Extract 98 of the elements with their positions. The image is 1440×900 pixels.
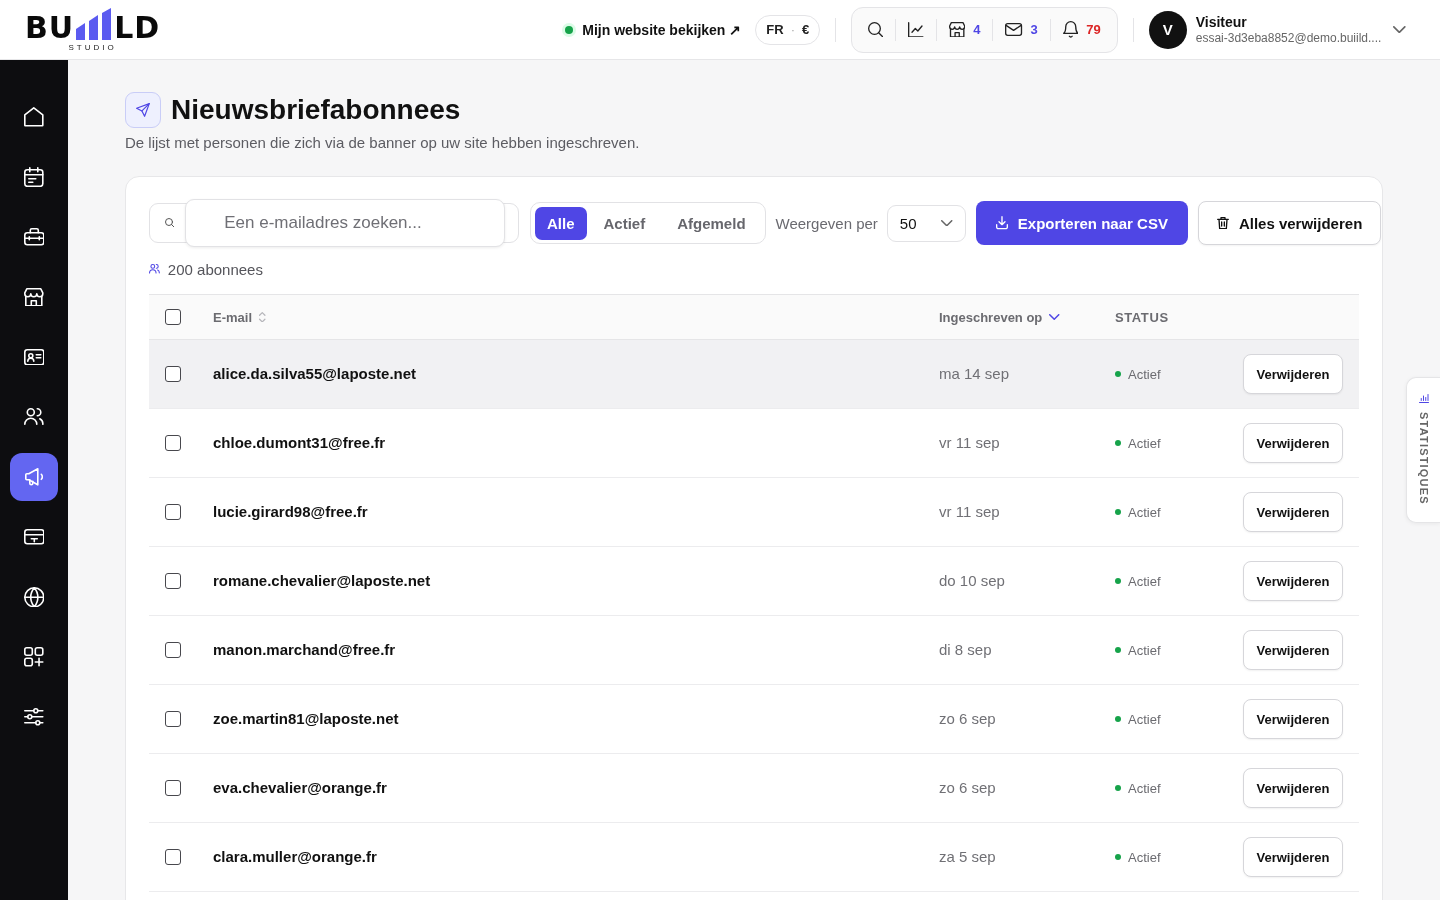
signup-date: di 8 sep xyxy=(939,641,992,658)
notifications-button[interactable]: 79 xyxy=(1050,13,1113,46)
signup-date: za 5 sep xyxy=(939,848,996,865)
house-icon xyxy=(24,107,44,127)
status-label: Actief xyxy=(1128,780,1161,796)
status-label: Actief xyxy=(1128,711,1161,727)
signup-date: vr 11 sep xyxy=(939,503,1000,520)
line-chart-icon xyxy=(908,21,924,38)
subscriber-email: romane.chevalier@laposte.net xyxy=(213,572,431,589)
subscriber-email: lucie.girard98@free.fr xyxy=(213,503,368,520)
site-link[interactable]: Mijn website bekijken ↗ xyxy=(582,21,742,38)
toolbox-icon xyxy=(23,228,45,246)
subscriber-email: alice.da.silva55@laposte.net xyxy=(213,365,417,382)
status-label: Actief xyxy=(1128,435,1161,451)
logo-tagline: STUDIO xyxy=(68,42,117,52)
subscriber-email: zoe.martin81@laposte.net xyxy=(213,710,399,727)
user-avatar[interactable]: V xyxy=(1148,10,1187,49)
notification-count: 79 xyxy=(1086,22,1101,37)
checkbox[interactable] xyxy=(165,435,181,451)
chevron-down-icon[interactable] xyxy=(1393,25,1406,34)
checkbox[interactable] xyxy=(165,309,181,325)
messages-button[interactable]: 3 xyxy=(993,13,1050,46)
filter-tab[interactable]: Alle xyxy=(535,206,587,240)
status-label: Actief xyxy=(1128,573,1161,589)
globe-icon xyxy=(23,586,45,608)
subscriber-email: manon.marchand@free.fr xyxy=(213,641,396,658)
delete-button[interactable]: Verwijderen xyxy=(1243,492,1343,532)
statistics-tab[interactable]: STATISTIQUES xyxy=(1406,377,1440,523)
bar-chart-icon xyxy=(1418,394,1429,403)
paper-plane-icon xyxy=(125,92,161,128)
export-csv-button[interactable]: Exporteren naar CSV xyxy=(975,201,1188,245)
column-header[interactable]: Ingeschreven op xyxy=(939,309,1043,325)
storefront-icon xyxy=(948,21,966,38)
sidebar-item[interactable] xyxy=(10,453,58,501)
page-title: Nieuwsbriefabonnees xyxy=(171,93,461,127)
sliders-icon xyxy=(24,708,44,726)
storefront-icon xyxy=(24,287,44,307)
notification-count: 3 xyxy=(1030,22,1038,37)
bell-icon xyxy=(1062,21,1079,38)
checkbox[interactable] xyxy=(165,642,181,658)
delete-button[interactable]: Verwijderen xyxy=(1243,699,1343,739)
search-icon xyxy=(165,218,175,228)
checkbox[interactable] xyxy=(165,780,181,796)
megaphone-icon xyxy=(24,468,44,486)
download-icon xyxy=(995,216,1008,230)
filter-tab[interactable]: Actief xyxy=(588,206,661,240)
logo-bars-icon xyxy=(76,7,113,40)
checkbox[interactable] xyxy=(165,849,181,865)
delete-button[interactable]: Verwijderen xyxy=(1243,768,1343,808)
status-label: Actief xyxy=(1128,849,1161,865)
search-icon xyxy=(868,21,884,38)
search-field[interactable]: Een e-mailadres zoeken... xyxy=(185,199,506,247)
subscriber-count: 200 abonnees xyxy=(167,260,263,278)
user-name: Visiteur xyxy=(1195,13,1248,31)
signup-date: ma 14 sep xyxy=(939,365,1010,382)
calendar-icon xyxy=(24,166,44,188)
delete-button[interactable]: Verwijderen xyxy=(1243,561,1343,601)
checkbox[interactable] xyxy=(165,366,181,382)
delete-all-button[interactable]: Alles verwijderen xyxy=(1197,201,1382,245)
per-page-select[interactable]: 50 xyxy=(886,204,966,242)
envelope-icon xyxy=(1005,23,1023,36)
shop-button[interactable]: 4 xyxy=(936,13,993,46)
checkbox[interactable] xyxy=(165,711,181,727)
status-label: Actief xyxy=(1128,642,1161,658)
subscriber-email: eva.chevalier@orange.fr xyxy=(213,779,387,796)
delete-button[interactable]: Verwijderen xyxy=(1243,354,1343,394)
signup-date: zo 6 sep xyxy=(939,710,996,727)
per-page-value: 50 xyxy=(899,214,917,232)
users-icon xyxy=(24,408,44,426)
signup-date: zo 6 sep xyxy=(939,779,996,796)
logo-text: BU xyxy=(25,14,75,40)
delete-button[interactable]: Verwijderen xyxy=(1243,423,1343,463)
page-subtitle: De lijst met personen die zich via de banner op uw site hebben ingeschreven. xyxy=(125,133,641,153)
locale-switcher[interactable]: FR · € xyxy=(755,14,821,45)
users-icon xyxy=(149,264,160,274)
sort-descending-icon[interactable] xyxy=(1049,314,1060,320)
delete-button[interactable]: Verwijderen xyxy=(1243,837,1343,877)
logo-text: LD xyxy=(114,14,161,40)
column-header[interactable]: E-mail xyxy=(213,309,252,325)
subscriber-email: chloe.dumont31@free.fr xyxy=(213,434,386,451)
subscriber-email: clara.muller@orange.fr xyxy=(213,848,377,865)
delete-button[interactable]: Verwijderen xyxy=(1243,630,1343,670)
signup-date: do 10 sep xyxy=(939,572,1005,589)
card-icon xyxy=(23,529,45,545)
notification-count: 4 xyxy=(973,22,981,37)
chevron-down-icon xyxy=(941,219,953,227)
filter-tab[interactable]: Afgemeld xyxy=(662,206,761,240)
user-email: essai-3d3eba8852@demo.buiild.... xyxy=(1195,30,1382,46)
trash-icon xyxy=(1216,216,1229,230)
apps-icon xyxy=(24,647,44,667)
per-page-label: Weergeven per xyxy=(775,214,878,232)
status-label: Actief xyxy=(1128,504,1161,520)
checkbox[interactable] xyxy=(165,573,181,589)
status-label: Actief xyxy=(1128,366,1161,382)
column-header: STATUS xyxy=(1115,309,1169,325)
signup-date: vr 11 sep xyxy=(939,434,1000,451)
id-card-icon xyxy=(23,348,45,366)
checkbox[interactable] xyxy=(165,504,181,520)
